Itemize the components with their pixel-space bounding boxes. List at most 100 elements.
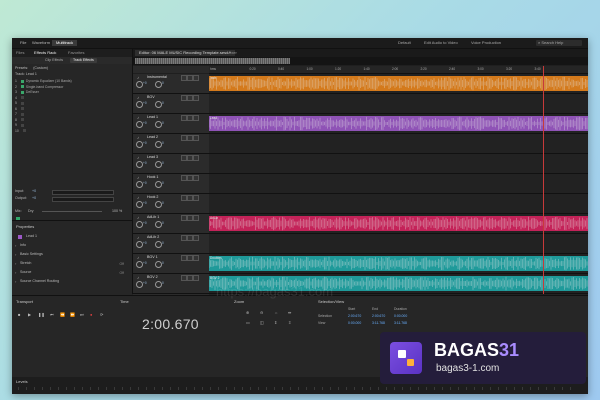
track-lane[interactable] (209, 94, 588, 113)
skip-back-icon[interactable]: ⏮ (50, 312, 54, 317)
record-arm-button[interactable] (193, 275, 199, 281)
record-arm-button[interactable] (193, 135, 199, 141)
mode-multitrack[interactable]: Multitrack (52, 40, 78, 46)
track-name[interactable]: Instrumental (147, 75, 167, 79)
track-lane[interactable]: AdLib (209, 214, 588, 233)
record-arm-button[interactable] (193, 155, 199, 161)
track-name[interactable]: Lead 3 (147, 155, 158, 159)
volume-value[interactable]: +0 (143, 121, 147, 125)
effect-power-toggle[interactable] (20, 101, 24, 105)
zoom-full-icon[interactable]: ◫ (260, 320, 264, 325)
audio-clip[interactable]: Lead (209, 116, 588, 131)
track-header[interactable]: ♪ Lead 2 +0 0 (133, 134, 209, 153)
volume-knob[interactable] (136, 101, 143, 108)
zoom-in-amplitude-icon[interactable]: ⊕ (246, 310, 249, 315)
loop-icon[interactable]: ⟳ (100, 312, 103, 317)
track-lane[interactable] (209, 194, 588, 213)
playhead[interactable] (543, 66, 544, 294)
audio-clip[interactable]: Instr (209, 76, 588, 91)
effect-power-toggle[interactable] (20, 107, 24, 111)
zoom-out-amplitude-icon[interactable]: ⊖ (260, 310, 263, 315)
pan-knob[interactable] (155, 281, 162, 288)
track-header[interactable]: ♪ Hook 1 +0 0 (133, 174, 209, 193)
volume-knob[interactable] (136, 161, 143, 168)
record-arm-button[interactable] (193, 215, 199, 221)
effect-slot[interactable]: 4 (15, 96, 125, 101)
record-arm-button[interactable] (193, 175, 199, 181)
track-header[interactable]: ♪ AdLib 1 +0 0 (133, 214, 209, 233)
volume-value[interactable]: +0 (143, 181, 147, 185)
volume-knob[interactable] (136, 181, 143, 188)
track-lane[interactable]: Instr (209, 74, 588, 93)
volume-value[interactable]: +0 (143, 141, 147, 145)
session-overview[interactable] (133, 57, 588, 65)
tab-track-effects[interactable]: Track Effects (70, 58, 97, 63)
workspace-edit-audio-to-video[interactable]: Edit Audio to Video (424, 40, 458, 46)
properties-section[interactable]: › Basic Settings (12, 252, 132, 259)
pan-value[interactable]: 0 (162, 161, 164, 165)
pan-knob[interactable] (155, 201, 162, 208)
effect-slot[interactable]: 6 (15, 107, 125, 112)
workspace-default[interactable]: Default (398, 40, 411, 46)
effect-power-toggle[interactable] (20, 123, 24, 127)
disclosure-arrow-icon[interactable]: › (15, 243, 16, 248)
volume-value[interactable]: +0 (143, 101, 147, 105)
time-ruler[interactable]: hms 0:20 0:40 1:00 1:20 1:40 2:00 2:20 2:40 3:00 3… (209, 66, 588, 74)
zoom-out-time-icon[interactable]: ⇹ (288, 310, 291, 315)
tab-favorites[interactable]: Favorites (68, 50, 84, 56)
volume-value[interactable]: +0 (143, 221, 147, 225)
track-header[interactable]: ♪ Lead 3 +0 0 (133, 154, 209, 173)
track-lane[interactable] (209, 234, 588, 253)
rewind-icon[interactable]: ⏪ (60, 312, 65, 317)
properties-section[interactable]: › Source Off (12, 270, 132, 277)
pan-knob[interactable] (155, 101, 162, 108)
track-name[interactable]: BGV 2 (147, 275, 158, 279)
volume-value[interactable]: +0 (143, 241, 147, 245)
stop-button[interactable]: ■ (18, 312, 20, 317)
track-name[interactable]: Lead 2 (147, 135, 158, 139)
sv-duration-value[interactable]: 0:00.000 (394, 314, 407, 318)
presets-value[interactable]: (Custom) (33, 66, 48, 70)
zoom-out-tracks-icon[interactable]: ⇳ (288, 320, 291, 325)
input-value[interactable]: +0 (32, 189, 36, 194)
track-header[interactable]: ♪ BGV +0 0 (133, 94, 209, 113)
effect-power-toggle[interactable] (22, 129, 26, 133)
workspace-voice-production[interactable]: Voice Production (471, 40, 501, 46)
volume-knob[interactable] (136, 201, 143, 208)
record-arm-button[interactable] (193, 95, 199, 101)
record-arm-button[interactable] (193, 255, 199, 261)
effect-power-toggle[interactable] (20, 96, 24, 100)
track-header[interactable]: ♪ BGV 1 +0 0 (133, 254, 209, 273)
track-lane[interactable] (209, 174, 588, 193)
effect-power-toggle[interactable] (20, 118, 24, 122)
audio-clip[interactable]: Doubles (209, 256, 588, 271)
mix-slider[interactable] (42, 211, 102, 212)
track-name[interactable]: Hook 1 (147, 175, 158, 179)
pan-knob[interactable] (155, 181, 162, 188)
disclosure-arrow-icon[interactable]: › (15, 270, 16, 275)
track-header[interactable]: ♪ AdLib 2 +0 0 (133, 234, 209, 253)
volume-knob[interactable] (136, 81, 143, 88)
sv-start-value[interactable]: 0:00.000 (348, 321, 361, 325)
fast-forward-icon[interactable]: ⏩ (70, 312, 75, 317)
volume-value[interactable]: +0 (143, 161, 147, 165)
effect-slot[interactable]: 7 (15, 112, 125, 117)
volume-value[interactable]: +0 (143, 281, 147, 285)
properties-section[interactable]: › Info (12, 243, 132, 250)
zoom-in-tracks-icon[interactable]: ⇕ (274, 320, 277, 325)
track-lane[interactable] (209, 154, 588, 173)
track-header[interactable]: ♪ Instrumental +0 0 (133, 74, 209, 93)
mode-waveform[interactable]: Waveform (28, 40, 54, 46)
track-name[interactable]: BGV 1 (147, 255, 158, 259)
record-arm-button[interactable] (193, 195, 199, 201)
pan-value[interactable]: 0 (162, 261, 164, 265)
pan-knob[interactable] (155, 261, 162, 268)
tab-files[interactable]: Files (16, 50, 24, 56)
effect-slot[interactable]: 1 Dynamic Equalizer (10 Bands) (15, 79, 125, 84)
sv-start-value[interactable]: 2:00.670 (348, 314, 361, 318)
pause-button[interactable]: ❚❚ (38, 312, 45, 317)
pan-value[interactable]: 0 (162, 81, 164, 85)
pan-value[interactable]: 0 (162, 121, 164, 125)
disclosure-arrow-icon[interactable]: › (15, 261, 16, 266)
record-button[interactable]: ● (90, 312, 92, 317)
